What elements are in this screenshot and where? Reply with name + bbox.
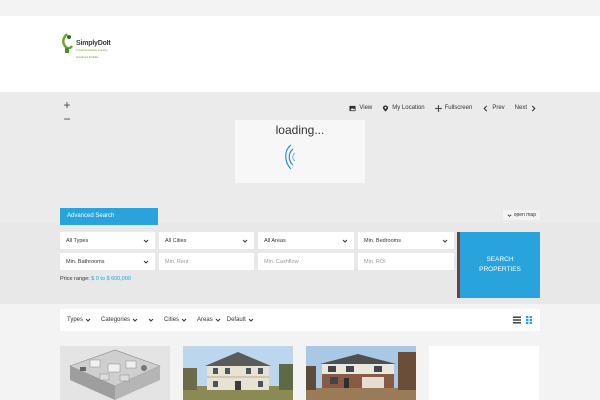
subcategory-filter[interactable] <box>148 317 154 323</box>
min-cashflow-input[interactable]: Min. Cashflow <box>258 253 354 270</box>
my-location-button[interactable]: My Location <box>379 104 427 112</box>
top-strip <box>0 0 600 16</box>
property-card-placeholder[interactable] <box>429 346 539 400</box>
price-range-value: $ 0 to $ 600,000 <box>91 276 131 282</box>
chevron-down-icon <box>85 318 91 322</box>
image-icon <box>349 105 356 111</box>
view-toggle <box>513 316 533 324</box>
chevron-down-icon <box>181 318 187 322</box>
categories-filter[interactable]: Categories <box>101 317 138 323</box>
advanced-search-tab[interactable]: Advanced Search <box>60 208 158 225</box>
chevron-down-icon <box>442 239 448 243</box>
zoom-in-button[interactable]: + <box>59 98 75 112</box>
cities-filter[interactable]: Cities <box>164 317 187 323</box>
sort-filter[interactable]: Default <box>227 317 254 323</box>
chevron-down-icon <box>143 260 149 264</box>
grid-view-icon[interactable] <box>525 316 533 324</box>
logo-subtitle: Investment Portfolio <box>76 56 99 59</box>
areas-filter[interactable]: Areas <box>197 317 221 323</box>
min-rent-input[interactable]: Min. Rent <box>159 253 254 270</box>
types-select[interactable]: All Types <box>60 232 155 249</box>
next-button[interactable]: Next <box>512 105 540 112</box>
site-header: SimplyDoIt Trusted Real Estate Investing… <box>0 16 600 92</box>
site-logo[interactable]: SimplyDoIt Trusted Real Estate Investing <box>60 30 122 56</box>
view-button[interactable]: View <box>346 105 375 112</box>
listing-filter-bar: Types Categories Cities Areas Default <box>60 309 540 331</box>
map-pin-icon <box>383 104 389 112</box>
chevron-down-icon <box>507 213 512 217</box>
chevron-left-icon <box>483 105 488 111</box>
chevron-down-icon <box>215 318 221 322</box>
fullscreen-button[interactable]: Fullscreen <box>432 104 476 112</box>
property-card-floorplan[interactable] <box>60 346 170 400</box>
chevron-down-icon <box>143 239 149 243</box>
bedrooms-select[interactable]: Min. Bedrooms <box>358 232 454 249</box>
open-map-button[interactable]: open map <box>502 210 540 220</box>
chevron-down-icon <box>248 318 254 322</box>
move-arrows-icon <box>434 104 442 112</box>
prev-button[interactable]: Prev <box>479 105 507 112</box>
logo-name: SimplyDoIt <box>76 40 111 48</box>
chevron-down-icon <box>132 318 138 322</box>
bathrooms-select[interactable]: Min. Bathrooms <box>60 253 155 270</box>
property-card-split-level-house[interactable] <box>306 346 416 400</box>
chevron-down-icon <box>148 318 154 322</box>
loading-text: loading... <box>275 123 325 137</box>
chevron-down-icon <box>342 239 348 243</box>
chevron-right-icon <box>531 105 536 111</box>
price-range[interactable]: Price range: $ 0 to $ 600,000 <box>60 276 131 282</box>
property-card-two-story-house[interactable] <box>183 346 293 400</box>
cities-select[interactable]: All Cities <box>159 232 254 249</box>
property-map[interactable]: + − View My Location Fullscreen Prev Nex… <box>0 92 600 223</box>
listing-area: Types Categories Cities Areas Default <box>0 304 600 400</box>
loading-panel: loading... <box>235 120 365 183</box>
map-controls: View My Location Fullscreen Prev Next <box>346 101 540 115</box>
types-filter[interactable]: Types <box>67 317 91 323</box>
advanced-search: Advanced Search open map All Types All C… <box>0 208 600 304</box>
spinner-icon <box>285 144 296 170</box>
logo-tagline: Trusted Real Estate Investing <box>76 49 108 53</box>
min-roi-input[interactable]: Min. ROI <box>358 253 454 270</box>
list-view-icon[interactable] <box>513 316 521 324</box>
logo-mark-icon <box>62 33 73 53</box>
price-range-label: Price range: <box>60 276 90 282</box>
zoom-out-button[interactable]: − <box>59 112 75 126</box>
chevron-down-icon <box>242 239 248 243</box>
areas-select[interactable]: All Areas <box>258 232 354 249</box>
search-properties-button[interactable]: SEARCH PROPERTIES <box>457 232 540 298</box>
